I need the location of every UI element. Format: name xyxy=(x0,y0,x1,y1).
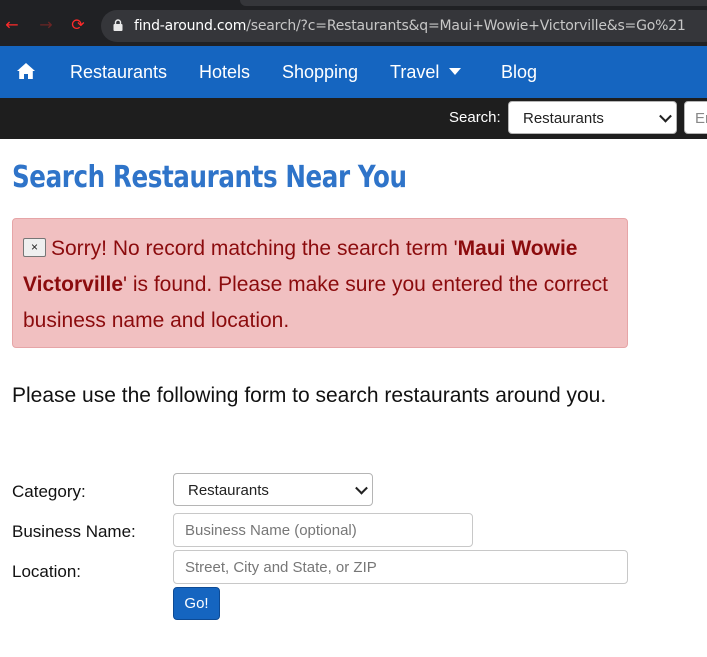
caret-down-icon xyxy=(449,67,462,75)
nav-travel-label: Travel xyxy=(390,62,440,82)
intro-text: Please use the following form to search … xyxy=(12,384,607,407)
reload-icon[interactable]: ⟳ xyxy=(70,17,86,33)
header-category-select[interactable]: Restaurants xyxy=(508,101,677,134)
site-navbar: Restaurants Hotels Shopping Travel Blog xyxy=(0,46,707,98)
url-path: /search/?c=Restaurants&q=Maui+Wowie+Vict… xyxy=(246,18,686,34)
chevron-down-icon xyxy=(659,109,672,123)
category-label: Category: xyxy=(12,482,86,501)
url-text: find-around.com/search/?c=Restaurants&q=… xyxy=(134,18,686,34)
browser-toolbar: ← → ⟳ find-around.com/search/?c=Restaura… xyxy=(0,0,707,46)
nav-blog[interactable]: Blog xyxy=(501,62,537,82)
location-placeholder: Street, City and State, or ZIP xyxy=(185,559,377,576)
search-label: Search: xyxy=(449,109,501,126)
nav-hotels[interactable]: Hotels xyxy=(199,62,250,82)
url-host: find-around.com xyxy=(134,18,247,34)
go-button[interactable]: Go! xyxy=(173,587,220,620)
category-value: Restaurants xyxy=(188,482,269,499)
tab-strip xyxy=(240,0,707,6)
error-alert: × Sorry! No record matching the search te… xyxy=(12,218,628,348)
nav-travel[interactable]: Travel xyxy=(390,62,462,82)
forward-arrow-icon[interactable]: → xyxy=(38,17,54,33)
business-name-input[interactable]: Business Name (optional) xyxy=(173,513,473,547)
location-input[interactable]: Street, City and State, or ZIP xyxy=(173,550,628,584)
close-icon[interactable]: × xyxy=(23,237,46,257)
page-title: Search Restaurants Near You xyxy=(12,160,407,195)
chevron-down-icon xyxy=(355,481,368,495)
address-bar[interactable]: find-around.com/search/?c=Restaurants&q=… xyxy=(101,10,707,42)
nav-restaurants[interactable]: Restaurants xyxy=(70,62,167,82)
location-label: Location: xyxy=(12,562,81,581)
header-search-placeholder: Er xyxy=(695,110,707,127)
header-search-input[interactable]: Er xyxy=(684,101,707,134)
lock-icon xyxy=(113,19,123,31)
category-select[interactable]: Restaurants xyxy=(173,473,373,506)
nav-shopping[interactable]: Shopping xyxy=(282,62,358,82)
alert-text-before: Sorry! No record matching the search ter… xyxy=(51,237,458,260)
header-category-value: Restaurants xyxy=(523,110,604,127)
back-arrow-icon[interactable]: ← xyxy=(4,17,20,33)
business-name-label: Business Name: xyxy=(12,522,136,541)
home-icon[interactable] xyxy=(16,62,36,80)
business-name-placeholder: Business Name (optional) xyxy=(185,522,357,539)
